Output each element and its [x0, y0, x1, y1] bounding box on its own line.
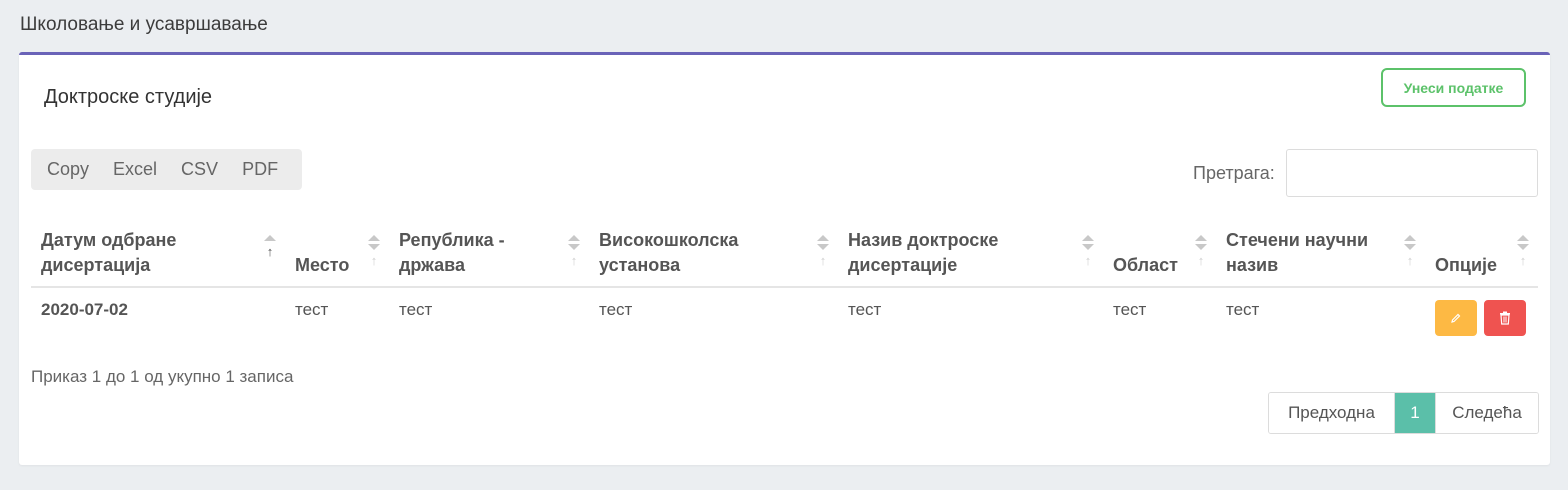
sort-icon: ↑ [1194, 235, 1208, 275]
pdf-button[interactable]: PDF [230, 149, 290, 190]
column-header-institution[interactable]: Високошколска установа ↑ [589, 215, 838, 288]
sort-icon: ↑ [1516, 235, 1530, 275]
delete-button[interactable] [1483, 300, 1526, 336]
edit-button[interactable] [1435, 300, 1477, 336]
sort-icon: ↑ [1403, 235, 1417, 275]
trash-icon [1499, 311, 1510, 325]
cell-republic-state: тест [399, 300, 433, 319]
section-title: Школовање и усавршавање [20, 14, 268, 35]
pencil-icon [1451, 313, 1461, 323]
sort-icon: ↑ [816, 235, 830, 275]
previous-page-button[interactable]: Предходна [1269, 393, 1395, 433]
cell-place: тест [295, 300, 329, 319]
search-label: Претрага: [1193, 163, 1275, 183]
column-header-options[interactable]: Опције ↑ [1425, 215, 1538, 288]
column-header-defense-date[interactable]: Датум одбране дисертација ↑ [31, 215, 285, 288]
column-header-republic-state[interactable]: Република - држава ↑ [389, 215, 589, 288]
column-header-place[interactable]: Место ↑ [285, 215, 389, 288]
table-header-row: Датум одбране дисертација ↑ Место ↑ Репу… [31, 215, 1538, 288]
excel-button[interactable]: Excel [101, 149, 169, 190]
copy-button[interactable]: Copy [35, 149, 101, 190]
column-header-field[interactable]: Област ↑ [1103, 215, 1216, 288]
cell-institution: тест [599, 300, 633, 319]
cell-defense-date: 2020-07-02 [41, 300, 128, 319]
csv-button[interactable]: CSV [169, 149, 230, 190]
cell-field: тест [1113, 300, 1147, 319]
next-page-button[interactable]: Следећа [1435, 393, 1538, 433]
cell-scientific-title: тест [1226, 300, 1260, 319]
card-title: Доктроске студије [44, 86, 213, 108]
table-row: 2020-07-02 тест тест тест тест тест тест [31, 287, 1538, 356]
table-info: Приказ 1 до 1 од укупно 1 записа [31, 367, 294, 386]
export-button-group: Copy Excel CSV PDF [31, 149, 302, 190]
doctoral-studies-card: Доктроске студије Унеси податке Copy Exc… [19, 52, 1550, 465]
add-data-button[interactable]: Унеси податке [1381, 68, 1526, 107]
sort-icon: ↑ [263, 235, 277, 275]
column-header-dissertation-title[interactable]: Назив доктроске дисертације ↑ [838, 215, 1103, 288]
search-input[interactable] [1286, 149, 1538, 197]
cell-options [1425, 287, 1538, 356]
column-header-scientific-title[interactable]: Стечени научни назив ↑ [1216, 215, 1425, 288]
sort-icon: ↑ [367, 235, 381, 275]
cell-dissertation-title: тест [848, 300, 882, 319]
doctoral-studies-table: Датум одбране дисертација ↑ Место ↑ Репу… [31, 215, 1538, 356]
page-1-button[interactable]: 1 [1395, 393, 1435, 433]
pagination: Предходна 1 Следећа [1268, 392, 1539, 434]
sort-icon: ↑ [1081, 235, 1095, 275]
sort-icon: ↑ [567, 235, 581, 275]
